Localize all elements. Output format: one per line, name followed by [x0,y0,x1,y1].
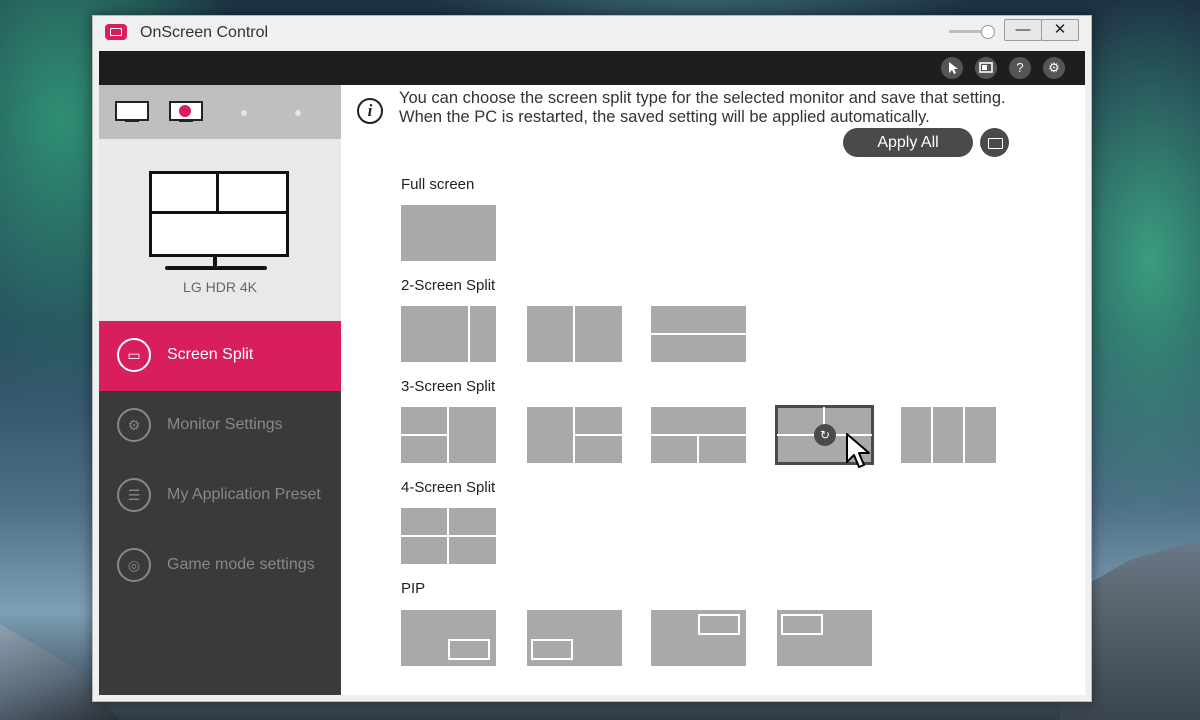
opacity-slider[interactable] [949,24,995,39]
split-3-left-stack[interactable] [401,407,496,463]
split-4-grid[interactable] [401,508,496,564]
split-3-columns[interactable] [901,407,996,463]
section-full-screen: Full screen [401,176,475,193]
menu-label: Screen Split [167,346,254,363]
monitor-1-icon [115,101,149,121]
split-2-vertical[interactable] [527,306,622,362]
split-2-horizontal[interactable] [651,306,746,362]
app-logo-icon [105,24,127,40]
mouse-cursor-icon [846,433,870,468]
app-preset-icon: ☰ [117,478,151,512]
pip-bottom-right[interactable] [401,610,496,666]
info-icon: i [357,98,383,124]
monitor-settings-icon: ⚙ [117,408,151,442]
info-line-1: You can choose the screen split type for… [399,89,1006,107]
cursor-icon[interactable] [941,57,963,79]
info-text: You can choose the screen split type for… [399,89,1079,127]
monitor-2-icon [169,101,203,121]
split-full-screen[interactable] [401,205,496,261]
monitor-selector [99,85,341,139]
monitor-preview: LG HDR 4K [99,139,341,321]
split-2-wide-left[interactable] [401,306,496,362]
monitor-2-tab[interactable] [169,101,203,122]
section-pip: PIP [401,580,426,597]
menu-screen-split[interactable]: ▭ Screen Split [99,321,341,391]
monitor-icon[interactable] [975,57,997,79]
close-button[interactable]: ✕ [1041,19,1079,41]
menu-label: Game mode settings [167,556,315,573]
sidebar: LG HDR 4K ▭ Screen Split ⚙ Monitor Setti… [99,85,341,695]
split-3-right-stack[interactable] [527,407,622,463]
menu-label: My Application Preset [167,486,321,503]
empty-monitor-slot-4 [295,110,301,116]
pip-bottom-left[interactable] [527,610,622,666]
monitor-name: LG HDR 4K [183,279,257,295]
minimize-button[interactable]: — [1004,19,1042,41]
menu-game-mode[interactable]: ◎ Game mode settings [99,531,341,601]
split-preview-icon [149,171,289,257]
help-icon[interactable]: ? [1009,57,1031,79]
rotate-icon[interactable]: ↻ [814,424,836,446]
title-bar: OnScreen Control — ✕ [93,16,1091,50]
split-3-bottom-pair[interactable] [651,407,746,463]
app-window: OnScreen Control — ✕ ? ⚙ LG HDR 4K ▭ Scr… [92,15,1092,702]
window-title: OnScreen Control [140,24,269,41]
gamepad-icon: ◎ [117,548,151,582]
top-toolbar: ? ⚙ [99,51,1085,85]
slider-knob[interactable] [981,25,995,39]
screen-split-icon: ▭ [117,338,151,372]
client-area: ? ⚙ LG HDR 4K ▭ Screen Split ⚙ Monitor S… [99,51,1085,695]
settings-icon[interactable]: ⚙ [1043,57,1065,79]
empty-monitor-slot-3 [241,110,247,116]
menu-monitor-settings[interactable]: ⚙ Monitor Settings [99,391,341,461]
menu-app-preset[interactable]: ☰ My Application Preset [99,461,341,531]
section-3-split: 3-Screen Split [401,378,496,395]
pip-top-left[interactable] [777,610,872,666]
monitor-1-tab[interactable] [115,101,149,122]
menu-label: Monitor Settings [167,416,283,433]
main-content: i You can choose the screen split type f… [341,85,1085,695]
apply-monitor-icon[interactable] [980,128,1009,157]
info-line-2: When the PC is restarted, the saved sett… [399,108,930,126]
section-2-split: 2-Screen Split [401,277,496,294]
section-4-split: 4-Screen Split [401,479,496,496]
pip-top-right[interactable] [651,610,746,666]
apply-all-button[interactable]: Apply All [843,128,973,157]
